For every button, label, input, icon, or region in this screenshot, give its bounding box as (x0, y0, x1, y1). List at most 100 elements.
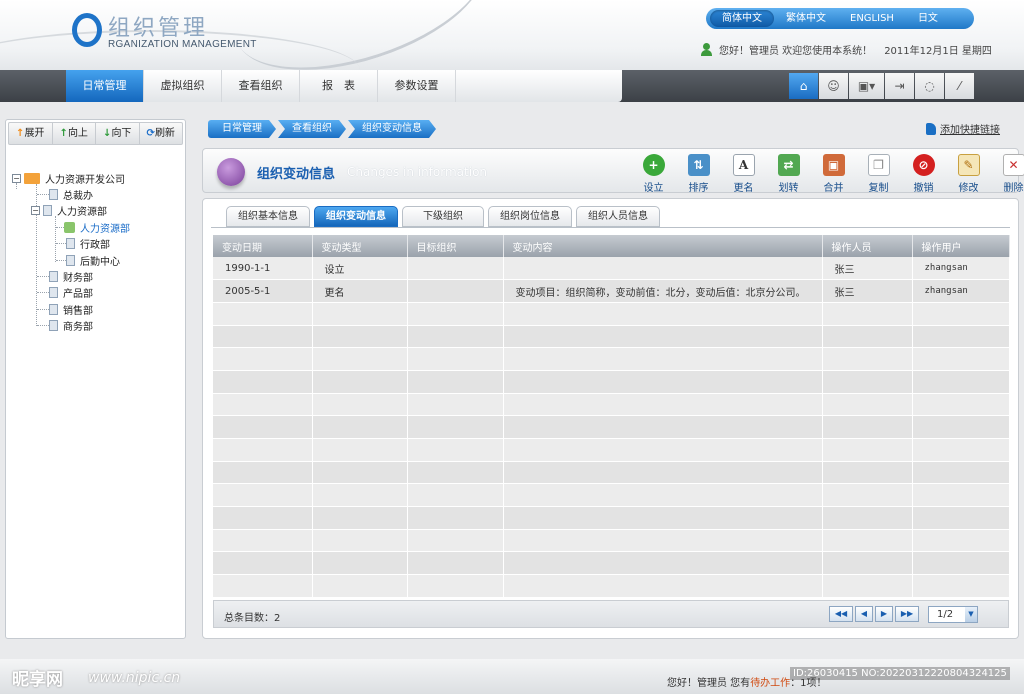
empty-cell (407, 347, 504, 371)
nav-tabs: 日常管理 虚拟组织 查看组织 报 表 参数设置 (66, 70, 622, 102)
empty-cell (312, 506, 408, 530)
collapse-icon[interactable]: − (31, 205, 40, 215)
table-row-empty (213, 461, 1010, 485)
empty-cell (912, 415, 1010, 439)
users-icon[interactable]: ☺ (819, 73, 848, 99)
tree-node[interactable]: 行政部 (66, 236, 110, 251)
breadcrumb-item[interactable]: 查看组织 (278, 120, 346, 138)
todo-link[interactable]: 待办工作 (750, 678, 790, 689)
lang-simplified[interactable]: 简体中文 (710, 10, 774, 27)
brush-icon[interactable]: ⁄ (945, 73, 974, 99)
move-up-button[interactable]: ↑向上 (53, 123, 96, 144)
empty-cell (312, 438, 408, 462)
edit-button[interactable]: ✎ 修改 (946, 154, 991, 194)
table-row[interactable]: 2005-5-1 更名 变动项目：组织简称，变动前值：北分，变动后值：北京分公司… (213, 279, 1010, 303)
col-user[interactable]: 操作用户 (912, 235, 1010, 257)
sort-icon: ⇅ (687, 154, 710, 176)
table-row-empty (213, 302, 1010, 326)
table-row-empty (213, 551, 1010, 576)
action-toolbar: + 设立 ⇅ 排序 A 更名 ⇄ 划转 ▣ 合并 ❐ 复制 ⊘ 撤销 ✎ 修改 ✕ 删除 (631, 154, 1024, 194)
table-row[interactable]: 1990-1-1 设立 张三 zhangsan (213, 257, 1010, 281)
tree-node[interactable]: 后勤中心 (66, 253, 120, 268)
tab-basic-info[interactable]: 组织基本信息 (226, 206, 310, 227)
table-row-empty (213, 574, 1010, 598)
rename-button[interactable]: A 更名 (721, 154, 766, 194)
empty-cell (312, 483, 408, 508)
cell-type: 更名 (312, 279, 408, 303)
refresh-button[interactable]: ⟳刷新 (140, 123, 183, 144)
tree-line (56, 227, 64, 228)
empty-cell (312, 370, 408, 394)
nav-tab-report[interactable]: 报 表 (300, 70, 378, 102)
empty-cell (912, 393, 1010, 417)
empty-cell (822, 302, 913, 326)
save-icon[interactable]: ▣▾ (849, 73, 884, 99)
expand-button[interactable]: ↑展开 (9, 123, 53, 144)
move-down-button[interactable]: ↓向下 (96, 123, 140, 144)
merge-button[interactable]: ▣ 合并 (811, 154, 856, 194)
home-icon[interactable]: ⌂ (789, 73, 818, 99)
add-shortcut-link[interactable]: 添加快捷链接 (926, 121, 1000, 136)
watermark-logo: 昵享网 (12, 670, 63, 690)
lang-japanese[interactable]: 日文 (906, 10, 950, 27)
empty-cell (213, 551, 313, 576)
chat-icon[interactable]: ◌ (915, 73, 944, 99)
first-page-icon[interactable]: ◀◀ (829, 606, 853, 622)
page-select[interactable]: 1/2 ▼ (928, 606, 978, 623)
tab-divider (211, 227, 1010, 228)
tree-node[interactable]: 销售部 (49, 302, 93, 317)
col-change-type[interactable]: 变动类型 (312, 235, 408, 257)
establish-button[interactable]: + 设立 (631, 154, 676, 194)
tree-node-root[interactable]: − 人力资源开发公司 (12, 171, 125, 186)
page-select-value: 1/2 (937, 609, 954, 620)
grid-footer: 总条目数：2 ◀◀ ◀ ▶ ▶▶ 1/2 ▼ (213, 600, 1009, 628)
transfer-button[interactable]: ⇄ 划转 (766, 154, 811, 194)
tree-node[interactable]: 产品部 (49, 285, 93, 300)
tree-node[interactable]: 总裁办 (49, 187, 93, 202)
lang-english[interactable]: ENGLISH (838, 10, 906, 27)
empty-cell (312, 551, 408, 576)
cell-user: zhangsan (912, 257, 1010, 281)
status-bar: 昵享网 www.nipic.cn 您好！管理员 您有待办工作：1项！ ID:26… (0, 659, 1024, 694)
empty-cell (822, 347, 913, 371)
nav-tab-daily[interactable]: 日常管理 (66, 70, 144, 102)
empty-cell (503, 325, 823, 349)
sort-button[interactable]: ⇅ 排序 (676, 154, 721, 194)
nav-tab-settings[interactable]: 参数设置 (378, 70, 456, 102)
col-target-org[interactable]: 目标组织 (407, 235, 504, 257)
tab-change-info[interactable]: 组织变动信息 (314, 206, 398, 227)
empty-cell (312, 574, 408, 598)
breadcrumb-item[interactable]: 组织变动信息 (348, 120, 436, 138)
next-page-icon[interactable]: ▶ (875, 606, 893, 622)
tree-node[interactable]: − 人力资源部 (31, 203, 107, 218)
tab-staff-info[interactable]: 组织人员信息 (576, 206, 660, 227)
empty-cell (407, 574, 504, 598)
delete-button[interactable]: ✕ 删除 (991, 154, 1024, 194)
copy-button[interactable]: ❐ 复制 (856, 154, 901, 194)
exit-icon[interactable]: ⇥ (885, 73, 914, 99)
tree-node[interactable]: 财务部 (49, 269, 93, 284)
last-page-icon[interactable]: ▶▶ (895, 606, 919, 622)
watermark-url: www.nipic.cn (88, 670, 181, 686)
lang-traditional[interactable]: 繁体中文 (774, 10, 838, 27)
empty-cell (312, 302, 408, 326)
cell-user: zhangsan (912, 279, 1010, 303)
col-change-date[interactable]: 变动日期 (213, 235, 313, 257)
collapse-icon[interactable]: − (12, 173, 21, 183)
empty-cell (407, 302, 504, 326)
breadcrumb-item[interactable]: 日常管理 (208, 120, 276, 138)
tree-node-selected[interactable]: 人力资源部 (64, 220, 130, 235)
revoke-button[interactable]: ⊘ 撤销 (901, 154, 946, 194)
empty-cell (213, 483, 313, 508)
empty-cell (503, 529, 823, 553)
col-change-content[interactable]: 变动内容 (503, 235, 823, 257)
nav-tab-view[interactable]: 查看组织 (222, 70, 300, 102)
tree-node[interactable]: 商务部 (49, 318, 93, 333)
nav-tab-virtual[interactable]: 虚拟组织 (144, 70, 222, 102)
empty-cell (503, 393, 823, 417)
tab-sub-org[interactable]: 下级组织 (402, 206, 484, 227)
col-operator[interactable]: 操作人员 (822, 235, 913, 257)
tab-position-info[interactable]: 组织岗位信息 (488, 206, 572, 227)
table-row-empty (213, 438, 1010, 462)
prev-page-icon[interactable]: ◀ (855, 606, 873, 622)
